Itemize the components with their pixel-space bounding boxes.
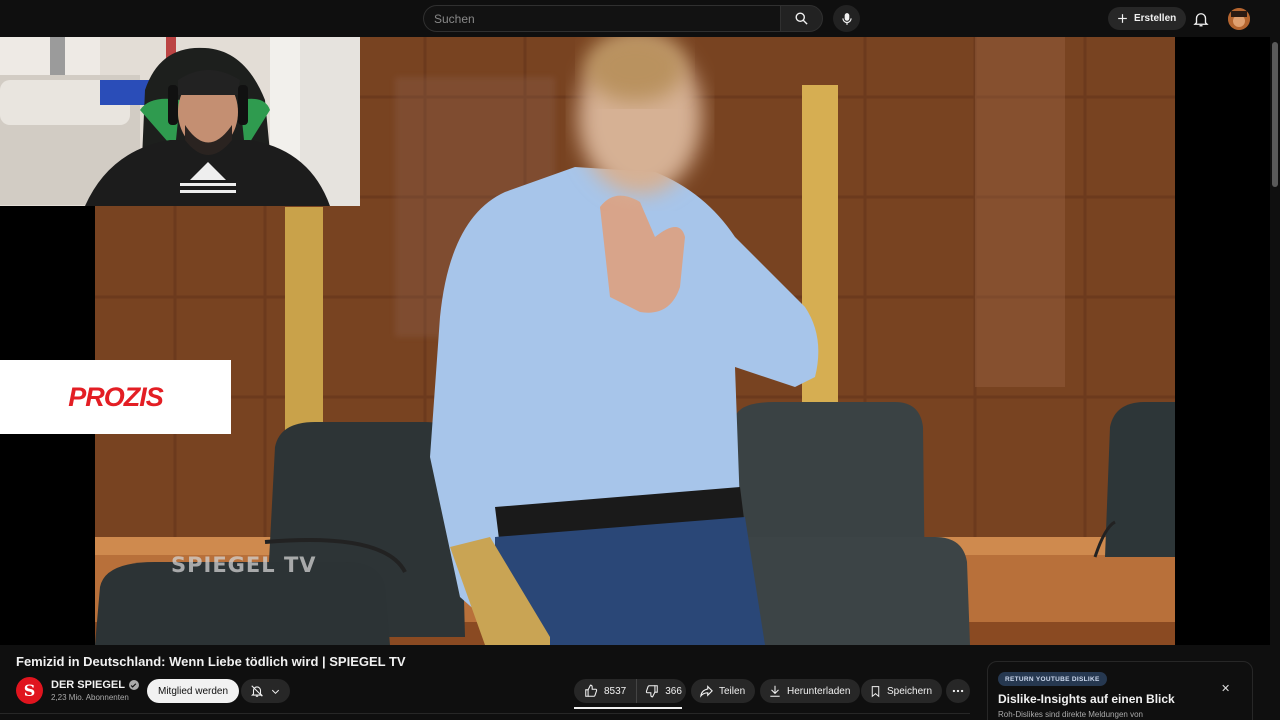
channel-avatar-letter: S	[23, 681, 36, 700]
close-icon[interactable]: ✕	[1221, 682, 1230, 695]
rd-subtitle: Roh-Dislikes sind direkte Meldungen von	[998, 710, 1143, 719]
channel-name[interactable]: DER SPIEGEL	[51, 679, 139, 691]
channel-name-label: DER SPIEGEL	[51, 679, 125, 691]
search-bar	[423, 5, 823, 32]
share-label: Teilen	[719, 685, 746, 697]
search-input[interactable]	[423, 5, 780, 32]
video-title: Femizid in Deutschland: Wenn Liebe tödli…	[16, 654, 406, 669]
scrollbar-thumb[interactable]	[1272, 42, 1278, 187]
verified-icon	[128, 680, 139, 690]
thumbs-down-icon	[646, 685, 659, 698]
more-actions-button[interactable]	[946, 679, 970, 703]
search-button[interactable]	[780, 5, 823, 32]
sponsor-logo-overlay: PROZIS	[0, 360, 231, 434]
like-count: 8537	[604, 685, 627, 697]
video-watermark: SPIEGEL TV	[171, 553, 317, 577]
create-button[interactable]: Erstellen	[1108, 7, 1187, 30]
video-player[interactable]: SPIEGEL TV PROZIS	[0, 37, 1270, 645]
bell-icon[interactable]	[1192, 10, 1210, 28]
share-icon	[700, 684, 713, 698]
user-avatar[interactable]	[1228, 8, 1250, 30]
more-icon	[952, 689, 964, 693]
like-button[interactable]: 8537	[574, 679, 638, 703]
webcam-overlay	[0, 37, 360, 206]
share-button[interactable]: Teilen	[691, 679, 756, 703]
mic-icon	[841, 12, 852, 25]
dislike-button[interactable]: 366	[637, 679, 690, 703]
chevron-down-icon	[271, 689, 280, 694]
join-button[interactable]: Mitglied werden	[147, 679, 240, 703]
save-label: Speichern	[887, 685, 933, 697]
top-bar: Erstellen	[0, 0, 1280, 37]
subscriber-count: 2,23 Mio. Abonnenten	[51, 693, 129, 702]
plus-icon	[1118, 14, 1127, 23]
download-icon	[770, 685, 780, 697]
page-scrollbar[interactable]	[1270, 37, 1280, 720]
notifications-button[interactable]	[241, 679, 290, 703]
voice-search-button[interactable]	[833, 5, 860, 32]
download-label: Herunterladen	[787, 685, 851, 697]
bell-off-icon	[251, 685, 263, 697]
create-label: Erstellen	[1134, 13, 1177, 24]
channel-avatar[interactable]: S	[16, 677, 43, 704]
bookmark-icon	[871, 685, 880, 697]
dislike-count: 366	[665, 685, 682, 697]
like-dislike-group: 8537 366	[574, 679, 686, 703]
save-button[interactable]: Speichern	[861, 679, 943, 703]
rd-title: Dislike-Insights auf einen Blick	[998, 692, 1175, 706]
like-ratio-bar	[574, 707, 682, 709]
divider	[0, 713, 970, 714]
prozis-logo: PROZIS	[68, 381, 164, 412]
thumbs-up-icon	[585, 684, 598, 697]
return-dislike-card: RETURN YOUTUBE DISLIKE ✕ Dislike-Insight…	[987, 661, 1253, 720]
search-icon	[795, 12, 808, 25]
rd-badge: RETURN YOUTUBE DISLIKE	[998, 672, 1107, 686]
download-button[interactable]: Herunterladen	[760, 679, 861, 703]
